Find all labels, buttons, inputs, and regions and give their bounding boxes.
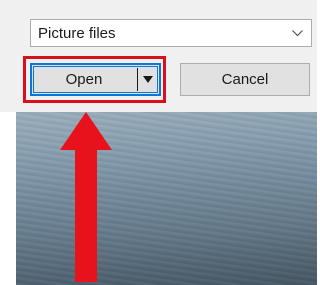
file-dialog-crop: Picture files Open Cancel (0, 0, 317, 285)
chevron-down-icon (292, 30, 303, 37)
cancel-button-label: Cancel (221, 71, 269, 88)
red-arrow-annotation (60, 112, 112, 282)
file-type-selected-value: Picture files (38, 25, 116, 42)
highlight-box (23, 56, 166, 103)
file-type-dropdown[interactable]: Picture files (30, 19, 312, 47)
cancel-button[interactable]: Cancel (180, 63, 310, 96)
